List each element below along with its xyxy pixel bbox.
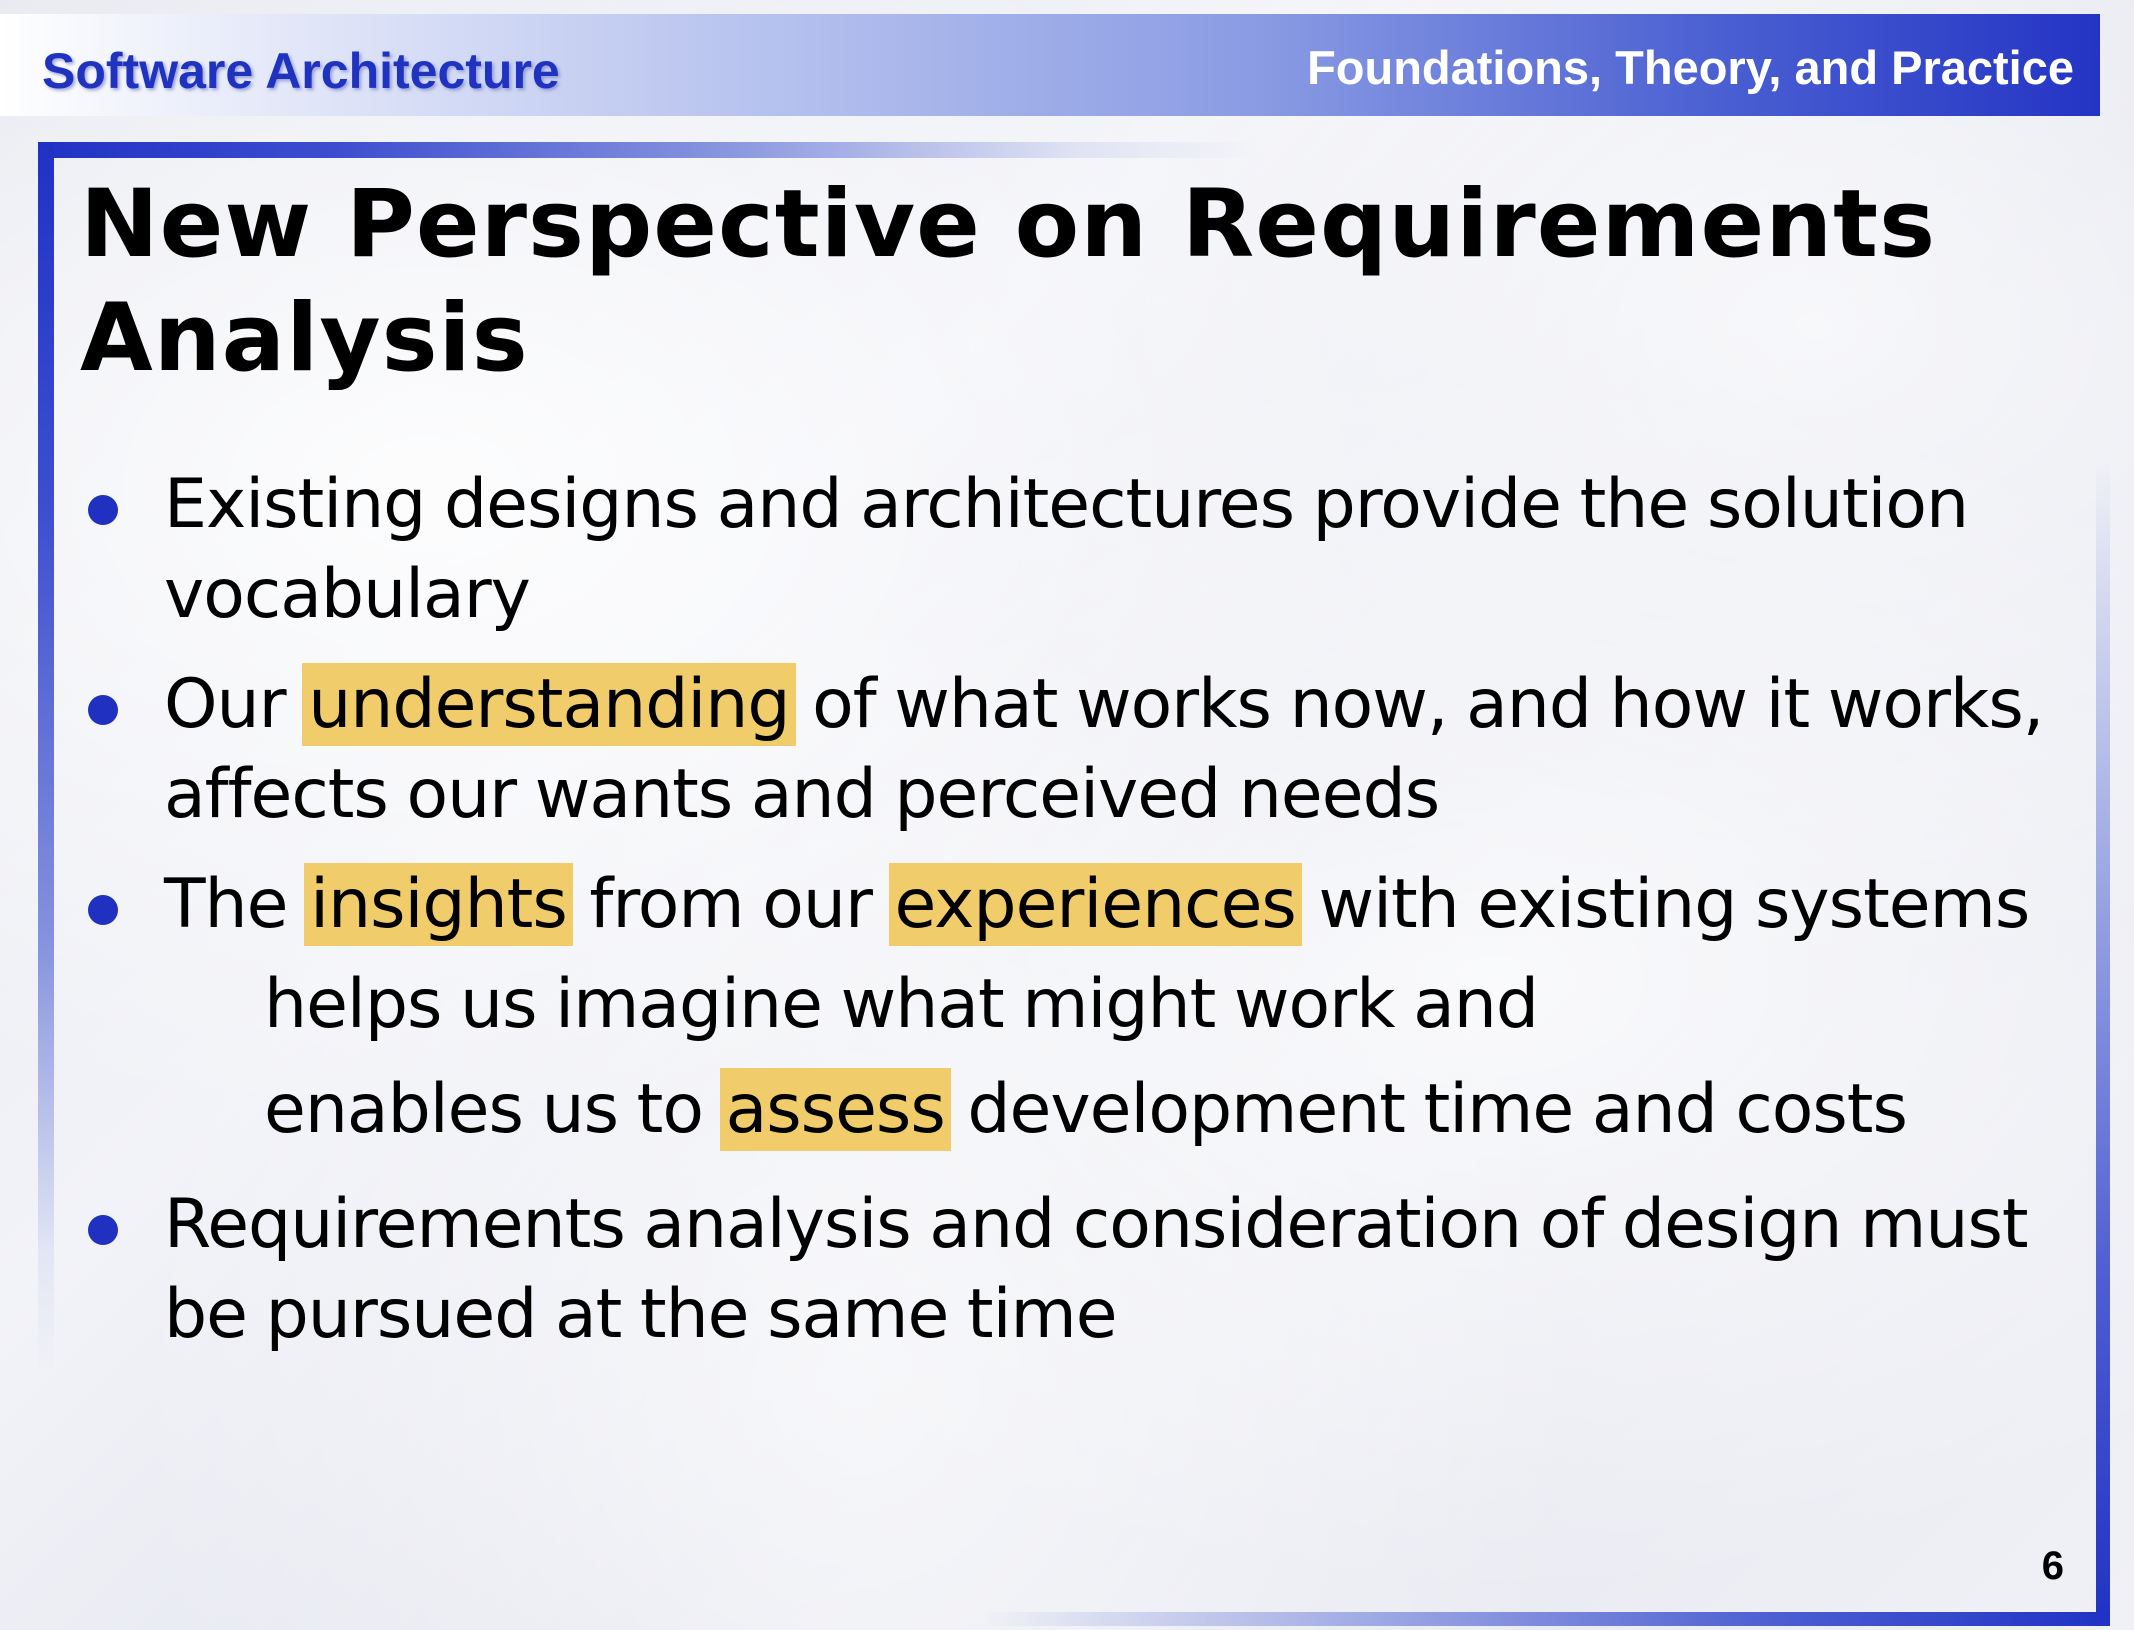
top-rule-divider	[38, 142, 1258, 158]
course-title: Software Architecture	[42, 43, 560, 99]
sub-line-1: helps us imagine what might work and	[264, 965, 1539, 1044]
right-rule-divider	[2096, 460, 2110, 1626]
bullet-item-1: Existing designs and architectures provi…	[80, 460, 2090, 640]
bullet-dot-icon	[88, 495, 118, 525]
sub-line-2: enables us to assess development time an…	[164, 1060, 2090, 1160]
sub-line-2-post: development time and costs	[948, 1070, 1908, 1149]
left-rule-divider	[38, 142, 54, 1372]
bullet-item-4: Requirements analysis and consideration …	[80, 1180, 2090, 1360]
slide-title-line-1: New Perspective on Requirements	[80, 170, 1937, 279]
bottom-rule-divider	[980, 1612, 2110, 1626]
sub-line-2-pre: enables us to	[264, 1070, 722, 1149]
bullet-item-2: Our understanding of what works now, and…	[80, 660, 2090, 840]
bullet-text-pre: Our	[164, 665, 305, 744]
bullet-list: Existing designs and architectures provi…	[80, 460, 2090, 1380]
course-subtitle: Foundations, Theory, and Practice	[1307, 41, 2074, 94]
slide-title: New Perspective on Requirements Analysis	[80, 168, 2080, 396]
bullet-text-pre: The	[164, 865, 307, 944]
highlighted-word-insights: insights	[304, 863, 573, 946]
highlighted-word-understanding: understanding	[302, 663, 796, 746]
bullet-dot-icon	[88, 695, 118, 725]
bullet-dot-icon	[88, 895, 118, 925]
highlighted-word-experiences: experiences	[888, 863, 1302, 946]
slide: Software Architecture Foundations, Theor…	[0, 0, 2134, 1630]
bullet-dot-icon	[88, 1215, 118, 1245]
bullet-text-mid: from our	[570, 865, 891, 944]
page-number: 6	[2041, 1544, 2064, 1588]
highlighted-word-assess: assess	[719, 1068, 951, 1151]
bullet-item-3: The insights from our experiences with e…	[80, 860, 2090, 1160]
slide-title-line-2: Analysis	[80, 284, 529, 393]
bullet-text: Existing designs and architectures provi…	[164, 465, 1969, 634]
bullet-text-post: with existing systems	[1299, 865, 2030, 944]
bullet-text: Requirements analysis and consideration …	[164, 1185, 2029, 1354]
